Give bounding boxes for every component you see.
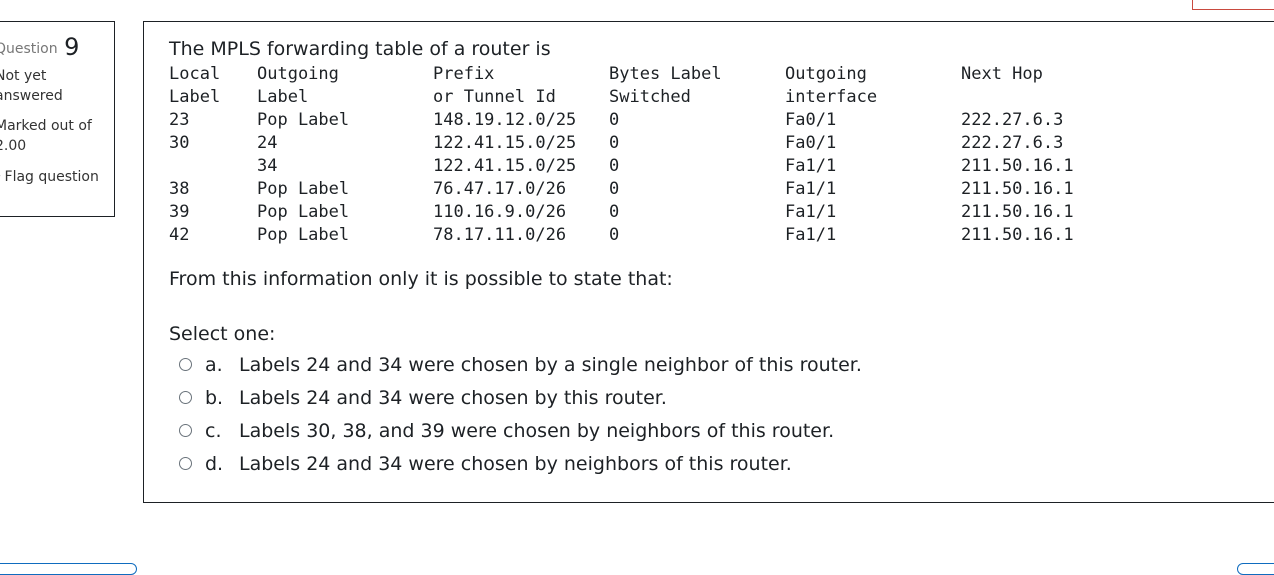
radio-button-icon[interactable] [179,358,192,371]
radio-button-icon[interactable] [179,391,192,404]
corner-button-edge[interactable] [1192,0,1274,10]
table-cell: 39 [169,202,190,222]
table-cell: 211.50.16.1 [961,179,1074,199]
table-header-row: Local Outgoing Prefix Bytes Label Outgoi… [169,63,1043,86]
table-cell: 148.19.12.0/25 [433,110,577,130]
flag-icon: ▿ [0,171,1,184]
table-row: 23 Pop Label 148.19.12.0/25 0 Fa0/1 222.… [169,109,1063,132]
table-cell: Fa1/1 [785,202,837,222]
option-letter: b. [205,387,224,409]
table-cell: Fa0/1 [785,110,837,130]
radio-button-icon[interactable] [179,424,192,437]
next-button-edge[interactable] [1237,563,1274,575]
header-cell: Switched [609,87,691,107]
question-grade: Marked out of 2.00 [0,118,92,154]
table-row: 39 Pop Label 110.16.9.0/26 0 Fa1/1 211.5… [169,201,1074,224]
table-row: 38 Pop Label 76.47.17.0/26 0 Fa1/1 211.5… [169,178,1074,201]
question-number: Question 9 [0,33,79,61]
radio-button-icon[interactable] [179,457,192,470]
table-row: 34 122.41.15.0/25 0 Fa1/1 211.50.16.1 [169,155,1074,178]
table-header-row: Label Label or Tunnel Id Switched interf… [169,86,877,109]
question-intro: The MPLS forwarding table of a router is [169,38,551,60]
previous-button-edge[interactable] [0,563,137,575]
select-one-label: Select one: [169,323,276,345]
option-letter: d. [205,453,224,475]
question-followup: From this information only it is possibl… [169,268,673,290]
table-cell: 30 [169,133,190,153]
header-cell: Label [169,87,221,107]
table-cell: 0 [609,156,620,176]
table-cell: 222.27.6.3 [961,133,1064,153]
option-letter: a. [205,354,223,376]
header-cell: interface [785,87,878,107]
table-cell: Fa1/1 [785,179,837,199]
table-cell: 211.50.16.1 [961,202,1074,222]
table-cell: 23 [169,110,190,130]
option-text[interactable]: Labels 30, 38, and 39 were chosen by nei… [239,418,834,444]
mpls-forwarding-table: Local Outgoing Prefix Bytes Label Outgoi… [169,63,1074,247]
flag-question-label: Flag question [4,169,99,185]
flag-question-link[interactable]: ▿Flag question [0,167,105,188]
table-cell: 122.41.15.0/25 [433,133,577,153]
header-cell: or Tunnel Id [433,87,556,107]
header-cell: Bytes Label [609,64,722,84]
table-row: 42 Pop Label 78.17.11.0/26 0 Fa1/1 211.5… [169,224,1074,247]
header-cell: Label [257,87,309,107]
table-cell: 38 [169,179,190,199]
table-row: 30 24 122.41.15.0/25 0 Fa0/1 222.27.6.3 [169,132,1063,155]
table-cell: Pop Label [257,202,350,222]
table-cell: Pop Label [257,179,350,199]
question-content-box: The MPLS forwarding table of a router is… [143,21,1274,503]
table-cell: 76.47.17.0/26 [433,179,567,199]
table-cell: 0 [609,179,620,199]
table-cell: Fa1/1 [785,156,837,176]
question-info-panel: Question 9 Not yet answered Marked out o… [0,21,115,217]
header-cell: Outgoing [785,64,867,84]
table-cell: 0 [609,202,620,222]
question-label: Question [0,41,58,57]
option-text[interactable]: Labels 24 and 34 were chosen by a single… [239,352,862,378]
table-cell: Pop Label [257,225,350,245]
table-cell: 42 [169,225,190,245]
table-cell: 0 [609,225,620,245]
table-cell: 0 [609,133,620,153]
header-cell: Next Hop [961,64,1043,84]
table-cell: 211.50.16.1 [961,225,1074,245]
option-text[interactable]: Labels 24 and 34 were chosen by neighbor… [239,451,792,477]
table-cell: 211.50.16.1 [961,156,1074,176]
option-letter: c. [205,420,222,442]
table-cell: 222.27.6.3 [961,110,1064,130]
header-cell: Outgoing [257,64,339,84]
question-state: Not yet answered [0,68,63,104]
table-cell: 0 [609,110,620,130]
table-cell: 78.17.11.0/26 [433,225,567,245]
option-text[interactable]: Labels 24 and 34 were chosen by this rou… [239,385,667,411]
table-cell: Fa0/1 [785,133,837,153]
table-cell: 24 [257,133,278,153]
header-cell: Prefix [433,64,495,84]
table-cell: Fa1/1 [785,225,837,245]
question-number-value: 9 [64,33,80,61]
table-cell: 110.16.9.0/26 [433,202,567,222]
table-cell: 122.41.15.0/25 [433,156,577,176]
table-cell: Pop Label [257,110,350,130]
header-cell: Local [169,64,221,84]
table-cell: 34 [257,156,278,176]
